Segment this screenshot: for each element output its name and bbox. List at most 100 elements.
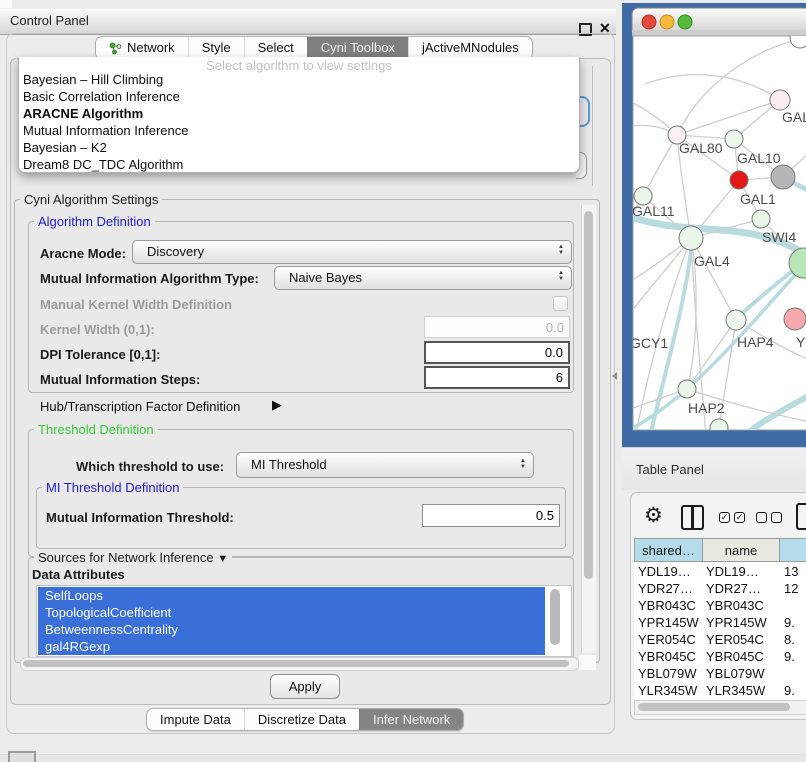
sources-group-title[interactable]: Sources for Network Inference ▼	[34, 550, 232, 565]
mi-type-value: Naive Bayes	[289, 267, 362, 289]
mi-steps-label: Mutual Information Steps:	[40, 372, 200, 387]
node-label: GAL4	[694, 253, 730, 269]
table-row[interactable]: YBR045C YBR045C 9.	[634, 648, 806, 665]
collapse-triangle-icon[interactable]: ▼	[217, 553, 228, 565]
aracne-mode-combo[interactable]: Discovery ▲▼	[132, 240, 572, 264]
list-item[interactable]: SelfLoops	[38, 587, 545, 604]
tab-impute-data[interactable]: Impute Data	[147, 709, 244, 730]
columns-icon[interactable]	[681, 505, 704, 530]
dropdown-item[interactable]: Bayesian – K2	[23, 139, 107, 156]
node-table-rows: YDL19… YDL19… 13 YDR27… YDR27… 12 YBR043…	[634, 563, 806, 713]
algorithm-definition-title: Algorithm Definition	[34, 214, 155, 229]
deselect-all-icon[interactable]	[756, 512, 782, 523]
dropdown-item-selected[interactable]: ARACNE Algorithm	[23, 105, 143, 122]
mi-threshold-group-title: MI Threshold Definition	[42, 480, 183, 495]
tab-discretize-data[interactable]: Discretize Data	[244, 709, 359, 730]
column-header-partial[interactable]	[780, 538, 806, 562]
stepper-arrows-icon: ▲▼	[520, 458, 526, 470]
table-panel-title: Table Panel	[636, 462, 704, 477]
salmon-node[interactable]	[784, 308, 806, 330]
settings-hscroll-thumb[interactable]	[23, 660, 569, 667]
select-all-icon[interactable]: ✓ ✓	[719, 512, 745, 523]
network-view[interactable]: GAL7 GAL80 GAL10 GAL1 GAL11 SWI4 GAL4 GC…	[622, 3, 806, 447]
minimized-panel-icon[interactable]	[8, 751, 36, 762]
occluded-group-border	[592, 66, 593, 186]
which-threshold-value: MI Threshold	[251, 453, 327, 477]
mac-close-button[interactable]	[642, 15, 656, 29]
dropdown-item[interactable]: Basic Correlation Inference	[23, 88, 180, 105]
tab-network-label: Network	[127, 37, 175, 59]
tab-jactivemnodules[interactable]: jActiveMNodules	[408, 37, 532, 59]
mac-minimize-button[interactable]	[660, 15, 674, 29]
column-header-shared-name[interactable]: shared…	[634, 538, 703, 562]
gray-node[interactable]	[771, 165, 795, 189]
list-item[interactable]: TopologicalCoefficient	[38, 604, 545, 621]
table-hscroll-thumb[interactable]	[638, 703, 790, 711]
node-label: HAP4	[737, 334, 774, 350]
settings-vscroll-thumb[interactable]	[584, 211, 593, 579]
which-threshold-combo[interactable]: MI Threshold ▲▼	[236, 452, 534, 478]
control-panel-title: Control Panel	[10, 13, 89, 28]
tab-select[interactable]: Select	[244, 37, 307, 59]
dpi-tolerance-field[interactable]	[424, 341, 570, 364]
settings-vertical-scrollbar[interactable]	[581, 205, 596, 653]
table-row[interactable]: YLR345W YLR345W 9.	[634, 682, 806, 699]
kernel-width-label: Kernel Width (0,1):	[40, 322, 155, 337]
tab-infer-network[interactable]: Infer Network	[359, 709, 463, 730]
gal4-node[interactable]	[679, 226, 703, 250]
table-row[interactable]: YER054C YER054C 8.	[634, 631, 806, 648]
tab-cyni-toolbox[interactable]: Cyni Toolbox	[307, 37, 408, 59]
node-label: GAL7	[782, 109, 806, 125]
hap2-node[interactable]	[678, 380, 696, 398]
column-header-name[interactable]: name	[703, 538, 780, 562]
cyni-algorithm-settings-title: Cyni Algorithm Settings	[20, 192, 162, 207]
list-item[interactable]: BetweennessCentrality	[38, 621, 545, 638]
swi4-node[interactable]	[752, 210, 770, 228]
hap4-node[interactable]	[726, 310, 746, 330]
settings-horizontal-scrollbar[interactable]	[20, 657, 579, 671]
gear-icon[interactable]: ⚙	[644, 503, 663, 528]
tab-network[interactable]: Network	[96, 37, 188, 59]
kernel-width-field[interactable]	[424, 316, 570, 338]
cyni-bottom-tabbar: Impute Data Discretize Data Infer Networ…	[146, 708, 464, 731]
table-row[interactable]: YBR043C YBR043C	[634, 597, 806, 614]
data-attributes-list[interactable]: SelfLoops TopologicalCoefficient Between…	[36, 585, 572, 657]
dropdown-item[interactable]: Dream8 DC_TDC Algorithm	[23, 156, 183, 173]
columns-icon-divider	[691, 507, 694, 528]
dropdown-item[interactable]: Bayesian – Hill Climbing	[23, 71, 163, 88]
table-row[interactable]: YBL079W YBL079W	[634, 665, 806, 682]
mi-threshold-field[interactable]	[422, 504, 560, 527]
data-attributes-label: Data Attributes	[32, 567, 125, 582]
network-icon	[109, 42, 122, 55]
hub-definition-toggle[interactable]: Hub/Transcription Factor Definition	[40, 399, 240, 414]
stepper-arrows-icon: ▲▼	[558, 270, 564, 282]
tab-style[interactable]: Style	[188, 37, 244, 59]
node-table-header: shared… name	[634, 538, 806, 562]
apply-button[interactable]: Apply	[270, 674, 340, 699]
node-label: HAP2	[688, 400, 725, 416]
table-row[interactable]: YDR27… YDR27… 12	[634, 580, 806, 597]
scrollbar-corner	[579, 655, 596, 670]
mi-type-combo[interactable]: Naive Bayes ▲▼	[274, 266, 572, 290]
table-row[interactable]: YPR145W YPR145W 9.	[634, 614, 806, 631]
bottom-strip	[0, 754, 806, 762]
splitter-grip-icon[interactable]	[612, 372, 617, 380]
manual-kernel-checkbox[interactable]	[553, 296, 568, 311]
table-row[interactable]: YDL19… YDL19… 13	[634, 563, 806, 580]
dropdown-item[interactable]: Mutual Information Inference	[23, 122, 188, 139]
gal7-node[interactable]	[770, 90, 790, 110]
document-icon[interactable]	[796, 503, 806, 530]
threshold-definition-title: Threshold Definition	[34, 422, 158, 437]
gal1-node[interactable]	[730, 171, 748, 189]
gal10-node[interactable]	[725, 130, 743, 148]
control-panel-titlebar: Control Panel ✕	[0, 8, 616, 35]
mac-zoom-button[interactable]	[678, 15, 692, 29]
node-label: GCY1	[630, 335, 668, 351]
expand-triangle-icon[interactable]: ▶	[272, 397, 282, 413]
table-horizontal-scrollbar[interactable]	[634, 700, 806, 715]
algorithm-dropdown: Select algorithm to view settings Bayesi…	[18, 57, 580, 173]
top-left-notch	[0, 0, 12, 8]
mi-steps-field[interactable]	[424, 366, 570, 389]
list-vscroll-thumb[interactable]	[550, 589, 560, 645]
list-item[interactable]: gal4RGexp	[38, 638, 545, 655]
